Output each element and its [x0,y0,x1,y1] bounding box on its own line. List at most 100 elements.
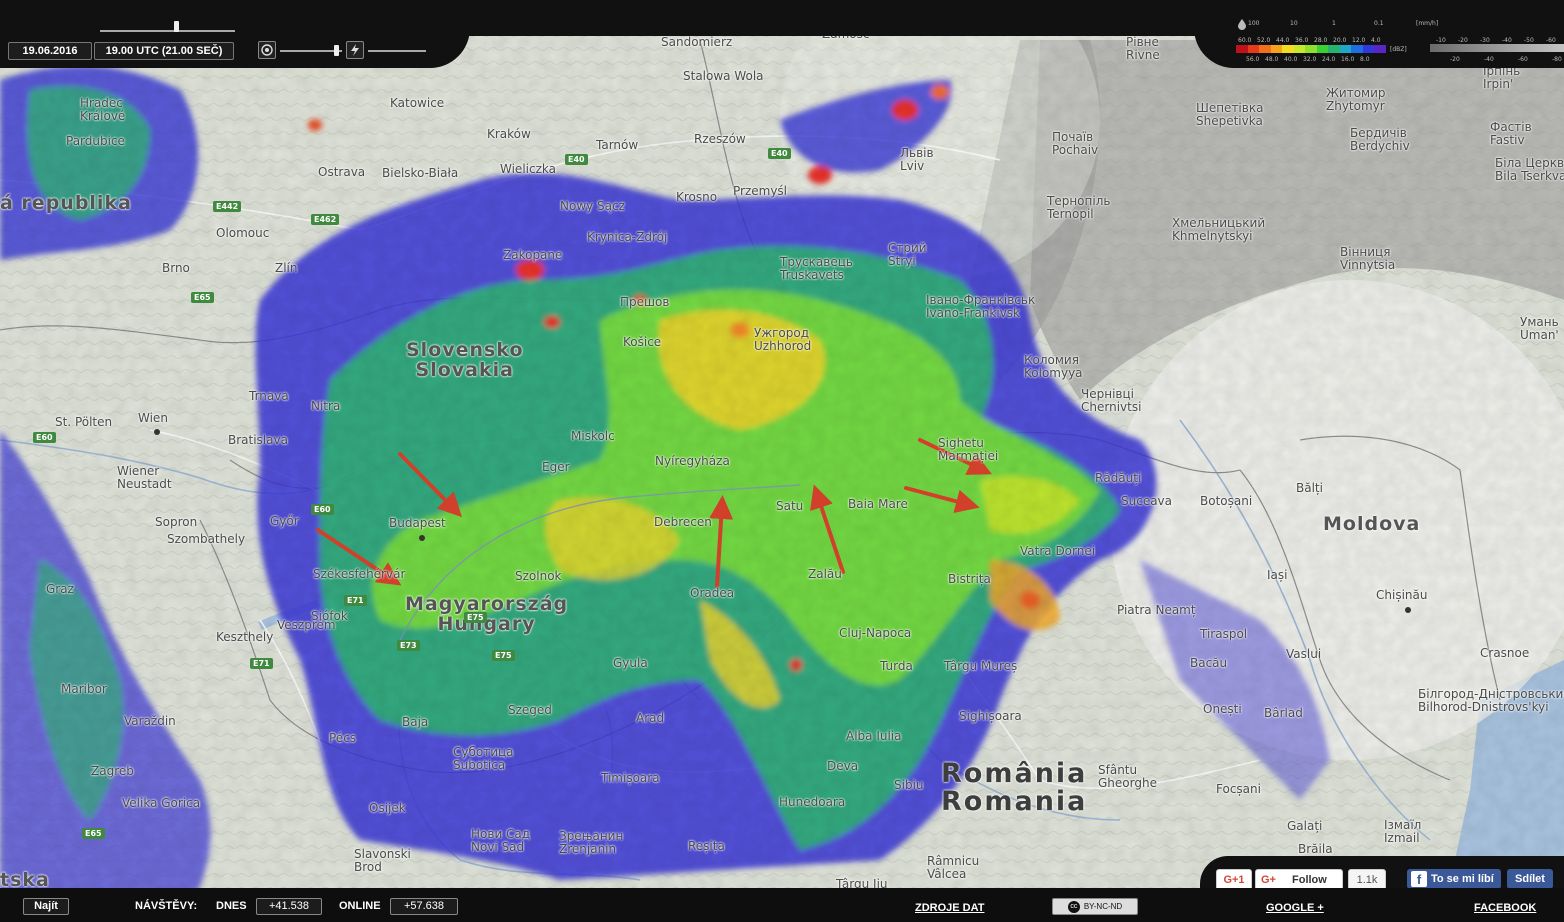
city-name: Debrecen [654,515,712,529]
radar-map-view[interactable]: Częstochowa Kielce Sandomierz Zamość Луцьк Lu… [0,0,1564,922]
map-canvas[interactable] [0,0,1564,922]
city-label: Baia Mare [848,498,908,511]
city-name-latin: Marmației [938,449,999,463]
facebook-share-button[interactable]: Sdílet [1507,869,1553,889]
city-name: Gyula [613,656,648,670]
city-name: Шепетівка [1196,101,1264,115]
city-label: Szeged [508,704,552,717]
city-label: Hunedoara [779,796,845,809]
city-name: Tiraspol [1200,627,1248,641]
highway-shield: E60 [33,432,56,443]
city-name-latin: Bila Tserkva [1495,169,1564,183]
city-label: Біла Церква Bila Tserkva [1495,157,1564,183]
city-name-latin: Lutsk [1062,22,1094,36]
gplus-icon: G+ [1261,874,1276,886]
city-label: Ізмаїл Izmail [1384,819,1421,845]
city-name: Умань [1520,315,1559,329]
city-label: Суботица Subotica [453,746,514,772]
play-icon[interactable] [258,41,276,59]
city-name: Nyíregyháza [655,454,730,468]
city-name: Zlín [275,261,298,275]
like-label: To se mi líbí [1431,873,1494,885]
city-name: Sibiu [894,778,924,792]
city-label: Zlín [275,262,298,275]
city-name: Фастів [1490,120,1532,134]
city-name-latin: Pochaiv [1052,143,1099,157]
timeline-handle[interactable] [174,21,179,32]
city-name-latin: Uzhhorod [754,339,812,353]
city-label: Maribor [61,683,107,696]
today-count: +41.538 [256,898,322,915]
city-label: Turda [880,660,913,673]
city-label: Tarnów [596,139,638,152]
city-name: Eger [542,460,570,474]
find-button[interactable]: Najít [23,898,69,915]
city-label: Vaslui [1286,648,1321,661]
city-label: Târgu Mureș [944,660,1017,673]
city-label: Rădăuți [1095,472,1141,485]
city-name: Луцьк [1062,9,1101,23]
city-name: Zamość [822,27,870,41]
city-label: Ірпінь Irpin' [1483,65,1520,91]
opacity-handle[interactable] [334,45,339,56]
city-label: Debrecen [654,516,712,529]
city-name-latin: Irpin' [1483,77,1514,91]
city-name: Focșani [1216,782,1261,796]
data-sources-link[interactable]: ZDROJE DAT [915,900,984,916]
city-name: Győr [270,514,299,528]
city-name: Kielce [565,3,601,17]
facebook-icon: f [1411,871,1427,887]
city-label: Нови Сад Novi Sad [471,828,530,854]
today-label: DNES [216,900,247,912]
license-badge[interactable]: cc BY-NC-ND [1052,898,1138,915]
city-name-latin: Chernivtsi [1081,400,1142,414]
city-label: Nowy Sącz [560,200,625,213]
city-label: Тернопіль Ternopil [1047,195,1110,221]
city-name: Sighetu [938,436,984,450]
country-label: tska [0,870,50,890]
city-name: Siófok [311,609,348,623]
city-name-latin: Ivano-Frankivsk [926,306,1021,320]
city-label: Cluj-Napoca [839,627,911,640]
date-display[interactable]: 19.06.2016 [8,42,92,60]
city-label: Zakopane [503,249,562,262]
city-label: Osijek [369,802,406,815]
city-label: Vatra Dornei [1020,545,1095,558]
city-label: Tiraspol [1200,628,1247,641]
city-name-latin: Uman' [1520,328,1559,342]
city-label: Graz [46,583,74,596]
city-name-latin: Subotica [453,758,506,772]
highway-shield: E73 [397,640,420,651]
google-plus-link[interactable]: GOOGLE + [1266,900,1324,916]
city-name: Timișoara [601,771,660,785]
city-name: Budapest [389,516,446,530]
city-label: Bacău [1190,657,1227,670]
city-label: Білгород-Дністровський Bilhorod-Dnistrovs… [1418,688,1564,714]
city-name: Rzeszów [694,132,746,146]
city-name: Oradea [690,586,735,600]
city-label: Varaždin [124,715,176,728]
facebook-link[interactable]: FACEBOOK [1474,900,1536,916]
city-name: Нови Сад [471,827,531,841]
city-name-latin: Zhytomyr [1326,99,1385,113]
country-label: România Romania [941,760,1087,816]
city-name: Botoșani [1200,494,1253,508]
city-name-latin: Novi Sad [471,840,525,854]
city-label: Košice [623,336,661,349]
city-name: Vatra Dornei [1020,544,1096,558]
time-display[interactable]: 19.00 UTC (21.00 SEČ) [94,42,234,60]
city-label: Bielsko-Biała [382,167,458,180]
facebook-like-button[interactable]: f To se mi líbí [1407,869,1501,889]
visits-label: NÁVŠTĚVY: [135,900,198,912]
city-label: Bratislava [228,434,288,447]
city-name: Хмельницький [1172,216,1266,230]
city-name: Brno [162,261,190,275]
lightning-toggle-icon[interactable] [346,41,364,59]
city-label: Прешов [620,296,669,309]
city-label: Szolnok [515,570,562,583]
country-name: á republika [0,192,132,214]
city-name: Вінниця [1340,245,1391,259]
city-name: Graz [46,582,74,596]
highway-shield: E71 [250,658,273,669]
city-name: Wiener [117,464,160,478]
